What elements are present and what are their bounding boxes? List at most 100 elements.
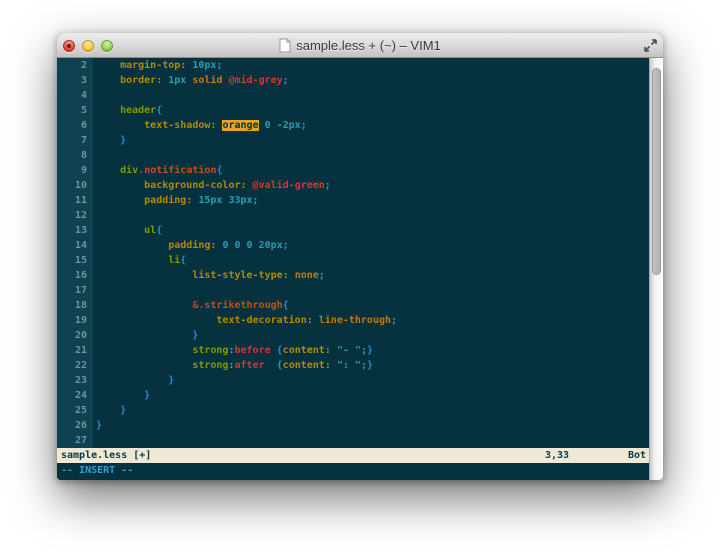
code-line: 8	[57, 148, 649, 163]
document-icon	[279, 38, 291, 53]
line-number: 12	[57, 208, 93, 223]
line-number: 11	[57, 193, 93, 208]
code-text: }	[93, 403, 126, 418]
code-text	[93, 208, 96, 223]
code-line: 18 &.strikethrough{	[57, 298, 649, 313]
code-text: }	[93, 388, 150, 403]
minimize-button[interactable]	[82, 40, 94, 52]
code-text: strong:after {content: ": ";}	[93, 358, 373, 373]
status-bar: sample.less [+] 3,33 Bot	[57, 448, 649, 463]
line-number: 17	[57, 283, 93, 298]
editor-area[interactable]: 2 margin-top: 10px;3 border: 1px solid @…	[57, 58, 649, 480]
code-lines: 2 margin-top: 10px;3 border: 1px solid @…	[57, 58, 649, 448]
code-line: 7 }	[57, 133, 649, 148]
line-number: 8	[57, 148, 93, 163]
code-line: 6 text-shadow: orange 0 -2px;	[57, 118, 649, 133]
code-text: list-style-type: none;	[93, 268, 325, 283]
line-number: 7	[57, 133, 93, 148]
code-line: 14 padding: 0 0 0 20px;	[57, 238, 649, 253]
command-line[interactable]: -- INSERT --	[57, 463, 649, 479]
line-number: 14	[57, 238, 93, 253]
line-number: 4	[57, 88, 93, 103]
screenshot-stage: sample.less + (~) – VIM1 2 margin-top: 1…	[0, 0, 720, 559]
code-line: 26}	[57, 418, 649, 433]
code-line: 22 strong:after {content: ": ";}	[57, 358, 649, 373]
code-line: 4	[57, 88, 649, 103]
title-group: sample.less + (~) – VIM1	[279, 38, 441, 53]
line-number: 19	[57, 313, 93, 328]
search-highlight-match: orange	[222, 120, 258, 131]
code-line: 5 header{	[57, 103, 649, 118]
code-line: 12	[57, 208, 649, 223]
window-titlebar[interactable]: sample.less + (~) – VIM1	[57, 33, 663, 58]
code-text: padding: 15px 33px;	[93, 193, 259, 208]
line-number: 15	[57, 253, 93, 268]
mode-indicator: -- INSERT --	[61, 465, 133, 476]
line-number: 10	[57, 178, 93, 193]
code-text: text-decoration: line-through;	[93, 313, 397, 328]
code-text	[93, 433, 96, 448]
code-text: border: 1px solid @mid-grey;	[93, 73, 289, 88]
code-text: header{	[93, 103, 162, 118]
line-number: 23	[57, 373, 93, 388]
scrollbar-thumb[interactable]	[652, 68, 661, 275]
code-line: 3 border: 1px solid @mid-grey;	[57, 73, 649, 88]
window-title: sample.less + (~) – VIM1	[296, 38, 441, 53]
line-number: 5	[57, 103, 93, 118]
code-line: 11 padding: 15px 33px;	[57, 193, 649, 208]
code-text: }	[93, 133, 126, 148]
modified-dot-icon	[67, 44, 71, 48]
code-line: 2 margin-top: 10px;	[57, 58, 649, 73]
code-text: }	[93, 373, 174, 388]
fullscreen-button[interactable]	[643, 38, 658, 53]
code-text	[93, 88, 96, 103]
code-line: 15 li{	[57, 253, 649, 268]
code-line: 20 }	[57, 328, 649, 343]
code-text: li{	[93, 253, 186, 268]
code-text: }	[93, 328, 198, 343]
window-content: 2 margin-top: 10px;3 border: 1px solid @…	[57, 58, 663, 480]
code-line: 27	[57, 433, 649, 448]
line-number: 25	[57, 403, 93, 418]
zoom-button[interactable]	[101, 40, 113, 52]
scrollbar[interactable]	[649, 58, 663, 480]
code-text	[93, 283, 96, 298]
code-line: 24 }	[57, 388, 649, 403]
line-number: 18	[57, 298, 93, 313]
line-number: 26	[57, 418, 93, 433]
line-number: 13	[57, 223, 93, 238]
code-line: 23 }	[57, 373, 649, 388]
line-number: 27	[57, 433, 93, 448]
line-number: 24	[57, 388, 93, 403]
code-text: &.strikethrough{	[93, 298, 289, 313]
code-text: strong:before {content: "- ";}	[93, 343, 373, 358]
line-number: 9	[57, 163, 93, 178]
line-number: 2	[57, 58, 93, 73]
code-text	[93, 148, 96, 163]
line-number: 21	[57, 343, 93, 358]
status-scroll-indicator: Bot	[628, 448, 646, 463]
line-number: 3	[57, 73, 93, 88]
code-line: 13 ul{	[57, 223, 649, 238]
vim-window: sample.less + (~) – VIM1 2 margin-top: 1…	[57, 33, 663, 480]
code-text: padding: 0 0 0 20px;	[93, 238, 289, 253]
status-cursor-position: 3,33	[545, 448, 569, 463]
code-text: text-shadow: orange 0 -2px;	[93, 118, 307, 133]
code-line: 25 }	[57, 403, 649, 418]
code-line: 16 list-style-type: none;	[57, 268, 649, 283]
code-line: 19 text-decoration: line-through;	[57, 313, 649, 328]
code-line: 17	[57, 283, 649, 298]
line-number: 20	[57, 328, 93, 343]
line-number: 6	[57, 118, 93, 133]
line-number: 22	[57, 358, 93, 373]
code-text: }	[93, 418, 102, 433]
code-line: 21 strong:before {content: "- ";}	[57, 343, 649, 358]
status-filename: sample.less [+]	[61, 448, 151, 463]
code-text: margin-top: 10px;	[93, 58, 222, 73]
line-number: 16	[57, 268, 93, 283]
close-button[interactable]	[63, 40, 75, 52]
code-line: 9 div.notification{	[57, 163, 649, 178]
traffic-lights	[63, 33, 113, 58]
code-line: 10 background-color: @valid-green;	[57, 178, 649, 193]
code-text: background-color: @valid-green;	[93, 178, 331, 193]
